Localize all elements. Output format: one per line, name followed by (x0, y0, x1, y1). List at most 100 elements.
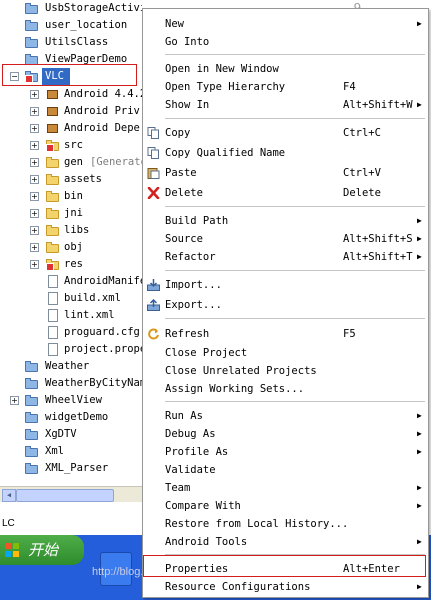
error-overlay-icon (46, 144, 54, 152)
menu-separator (165, 118, 425, 119)
import-icon (147, 279, 160, 291)
error-overlay-icon (46, 263, 54, 271)
expand-toggle-icon[interactable]: + (30, 192, 39, 201)
menu-item-copy[interactable]: Copy Ctrl+C (143, 124, 428, 142)
submenu-arrow-icon: ▶ (417, 501, 422, 510)
folder-icon (46, 224, 60, 236)
status-line: LC (0, 516, 144, 532)
menu-item-go-into[interactable]: Go Into (143, 33, 428, 51)
project-icon (25, 445, 39, 457)
library-icon (46, 105, 60, 117)
expand-toggle-icon[interactable]: + (30, 141, 39, 150)
menu-item-export[interactable]: Export... (143, 296, 428, 314)
windows-flag-icon (5, 543, 19, 557)
project-icon (25, 394, 39, 406)
submenu-arrow-icon: ▶ (417, 537, 422, 546)
menu-item-new[interactable]: New ▶ (143, 15, 428, 33)
menu-item-delete[interactable]: Delete Delete (143, 184, 428, 202)
menu-item-import[interactable]: Import... (143, 276, 428, 294)
project-icon (25, 377, 39, 389)
menu-item-open-type-hierarchy[interactable]: Open Type Hierarchy F4 (143, 78, 428, 96)
submenu-arrow-icon: ▶ (417, 252, 422, 261)
expand-toggle-icon[interactable]: + (30, 107, 39, 116)
menu-item-validate[interactable]: Validate (143, 461, 428, 479)
menu-item-run-as[interactable]: Run As ▶ (143, 407, 428, 425)
menu-item-close-unrelated-projects[interactable]: Close Unrelated Projects (143, 362, 428, 380)
expand-toggle-icon[interactable]: + (30, 124, 39, 133)
copy-icon (147, 127, 159, 139)
project-icon (25, 2, 39, 14)
text-file-icon (46, 343, 60, 356)
expand-toggle-icon[interactable]: + (10, 396, 19, 405)
project-icon (25, 411, 39, 423)
menu-item-debug-as[interactable]: Debug As ▶ (143, 425, 428, 443)
submenu-arrow-icon: ▶ (417, 483, 422, 492)
tree-horizontal-scrollbar[interactable]: ◀ (0, 486, 142, 502)
folder-icon (46, 241, 60, 253)
expand-toggle-icon[interactable]: + (30, 226, 39, 235)
xml-file-icon (46, 309, 60, 322)
xml-file-icon (46, 292, 60, 305)
submenu-arrow-icon: ▶ (417, 234, 422, 243)
menu-item-resource-configurations[interactable]: Resource Configurations ▶ (143, 578, 428, 596)
expand-toggle-icon[interactable]: + (30, 243, 39, 252)
copy-qualified-name-icon (147, 147, 159, 159)
package-explorer-tree: UsbStorageActivity user_location UtilsCl… (0, 0, 142, 502)
folder-icon (46, 173, 60, 185)
export-icon (147, 299, 160, 311)
menu-item-team[interactable]: Team ▶ (143, 479, 428, 497)
submenu-arrow-icon: ▶ (417, 100, 422, 109)
menu-item-refactor[interactable]: Refactor Alt+Shift+T ▶ (143, 248, 428, 266)
submenu-arrow-icon: ▶ (417, 447, 422, 456)
submenu-arrow-icon: ▶ (417, 216, 422, 225)
menu-item-paste[interactable]: Paste Ctrl+V (143, 164, 428, 182)
delete-icon (147, 187, 160, 199)
menu-separator (165, 206, 425, 207)
project-icon (25, 428, 39, 440)
submenu-arrow-icon: ▶ (417, 411, 422, 420)
expand-toggle-icon[interactable]: + (30, 209, 39, 218)
start-label: 开始 (28, 541, 59, 559)
scrollbar-thumb[interactable] (16, 489, 114, 502)
scroll-left-arrow-icon[interactable]: ◀ (2, 489, 16, 502)
menu-item-source[interactable]: Source Alt+Shift+S ▶ (143, 230, 428, 248)
xml-file-icon (46, 275, 60, 288)
source-folder-icon (46, 139, 60, 152)
folder-icon (46, 207, 60, 219)
menu-item-android-tools[interactable]: Android Tools ▶ (143, 533, 428, 551)
menu-separator (165, 54, 425, 55)
project-icon (25, 36, 39, 48)
menu-item-build-path[interactable]: Build Path ▶ (143, 212, 428, 230)
expand-toggle-icon[interactable]: + (30, 175, 39, 184)
menu-item-copy-qualified-name[interactable]: Copy Qualified Name (143, 144, 428, 162)
expand-toggle-icon[interactable]: + (30, 90, 39, 99)
properties-highlight-box (143, 555, 426, 577)
menu-item-restore-from-local-history[interactable]: Restore from Local History... (143, 515, 428, 533)
folder-icon (46, 190, 60, 202)
expand-toggle-icon[interactable]: + (30, 260, 39, 269)
library-icon (46, 88, 60, 100)
menu-item-close-project[interactable]: Close Project (143, 344, 428, 362)
expand-toggle-icon[interactable]: + (30, 158, 39, 167)
submenu-arrow-icon: ▶ (417, 582, 422, 591)
menu-item-profile-as[interactable]: Profile As ▶ (143, 443, 428, 461)
submenu-arrow-icon: ▶ (417, 19, 422, 28)
submenu-arrow-icon: ▶ (417, 429, 422, 438)
context-menu: New ▶ Go Into Open in New Window Open Ty… (142, 8, 429, 598)
menu-item-assign-working-sets[interactable]: Assign Working Sets... (143, 380, 428, 398)
vlc-highlight-box (2, 64, 137, 86)
menu-item-show-in[interactable]: Show In Alt+Shift+W ▶ (143, 96, 428, 114)
paste-icon (147, 168, 160, 179)
menu-item-refresh[interactable]: Refresh F5 (143, 325, 428, 343)
project-icon (25, 19, 39, 31)
menu-separator (165, 401, 425, 402)
folder-icon (46, 258, 60, 271)
project-icon (25, 360, 39, 372)
library-icon (46, 122, 60, 134)
start-button[interactable]: 开始 (0, 535, 84, 565)
source-folder-icon (46, 156, 60, 168)
project-icon (25, 462, 39, 474)
text-file-icon (46, 326, 60, 339)
menu-item-compare-with[interactable]: Compare With ▶ (143, 497, 428, 515)
menu-item-open-in-new-window[interactable]: Open in New Window (143, 60, 428, 78)
